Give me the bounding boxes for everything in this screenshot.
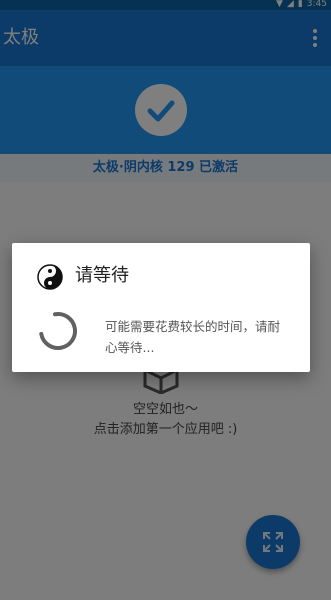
yin-yang-icon: [37, 264, 63, 290]
dialog-message: 可能需要花费较长的时间，请耐心等待...: [105, 319, 281, 355]
progress-dialog: 请等待 可能需要花费较长的时间，请耐心等待...: [12, 243, 310, 372]
loading-spinner: [38, 311, 78, 351]
dialog-title: 请等待: [75, 265, 129, 286]
